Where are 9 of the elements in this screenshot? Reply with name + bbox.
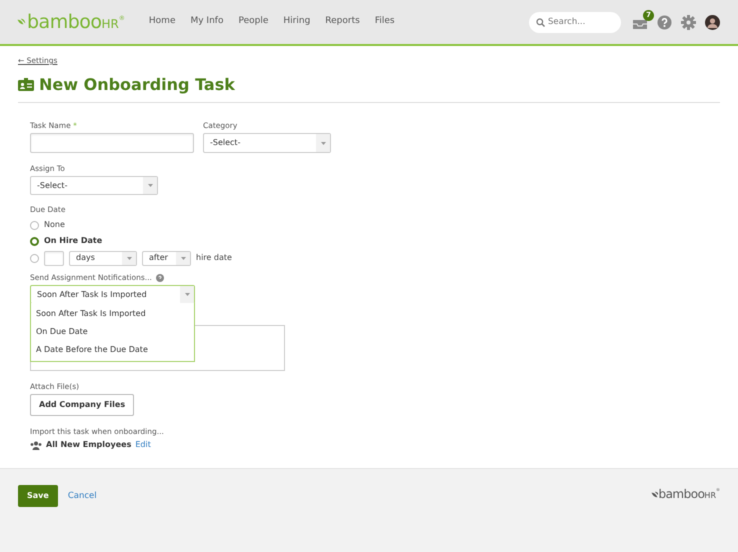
logo-text: bamboo (658, 486, 704, 503)
radio-label: hire date (196, 252, 232, 264)
radio-label: None (44, 219, 65, 232)
logo-text: HR (102, 16, 119, 33)
logo-text: HR (704, 491, 716, 502)
logo-text: bamboo (27, 10, 102, 35)
page-title: New Onboarding Task (39, 75, 235, 94)
radio-label: On Hire Date (44, 235, 102, 248)
group-name: All New Employees (46, 439, 132, 452)
